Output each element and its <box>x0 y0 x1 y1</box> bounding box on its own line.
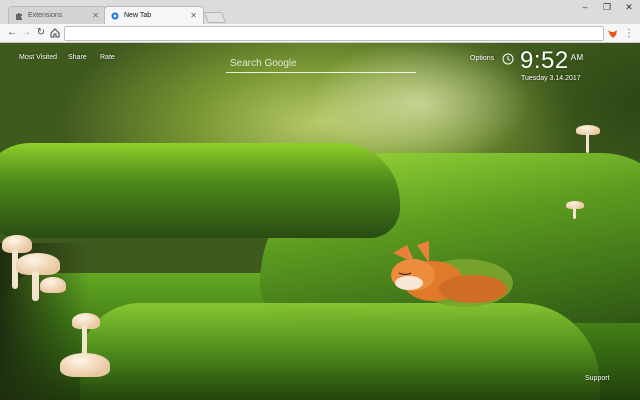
new-tab-page: Most Visited Share Rate Options 9:52AM T… <box>0 43 640 400</box>
background-moss <box>80 303 600 400</box>
close-tab-icon[interactable]: ✕ <box>92 11 99 20</box>
mushroom-image <box>566 201 584 221</box>
mushroom-cluster-image <box>2 235 110 395</box>
clock-time: 9:52 AM <box>520 47 584 75</box>
menu-icon[interactable]: ⋮ <box>624 27 634 39</box>
new-tab-button[interactable] <box>203 12 227 23</box>
fox-extension-icon[interactable] <box>606 27 618 39</box>
time-value: 9:52 <box>520 47 569 74</box>
home-icon[interactable] <box>49 27 61 39</box>
tab-label: New Tab <box>124 12 152 19</box>
close-tab-icon[interactable]: ✕ <box>190 11 197 20</box>
back-arrow-icon[interactable]: ← <box>6 27 18 39</box>
tab-new-tab[interactable]: New Tab ✕ <box>104 6 204 24</box>
search-input[interactable] <box>226 54 416 73</box>
background-mossy-log <box>0 143 400 238</box>
close-window-button[interactable]: ✕ <box>618 0 640 14</box>
clock-icon[interactable] <box>502 53 514 65</box>
title-bar: Extensions ✕ New Tab ✕ – ❐ ✕ <box>0 0 640 24</box>
tab-label: Extensions <box>28 12 63 19</box>
options-link[interactable]: Options <box>470 55 494 62</box>
forward-arrow-icon[interactable]: → <box>20 27 32 39</box>
maximize-button[interactable]: ❐ <box>596 0 618 14</box>
address-bar[interactable] <box>64 26 604 44</box>
rate-link[interactable]: Rate <box>100 54 115 61</box>
most-visited-link[interactable]: Most Visited <box>19 54 57 61</box>
sleeping-fox-image <box>391 241 513 307</box>
date-text: Tuesday 3.14.2017 <box>521 75 581 82</box>
support-link[interactable]: Support <box>585 375 610 382</box>
share-link[interactable]: Share <box>68 54 87 61</box>
chrome-icon <box>111 12 119 20</box>
tab-extensions[interactable]: Extensions ✕ <box>8 6 106 24</box>
time-ampm: AM <box>570 53 584 62</box>
mushroom-image <box>576 125 600 155</box>
reload-icon[interactable]: ↻ <box>35 27 47 39</box>
minimize-button[interactable]: – <box>574 0 596 14</box>
browser-toolbar: ← → ↻ ⋮ <box>0 24 640 44</box>
search-box[interactable] <box>226 53 416 73</box>
puzzle-icon <box>15 12 23 20</box>
